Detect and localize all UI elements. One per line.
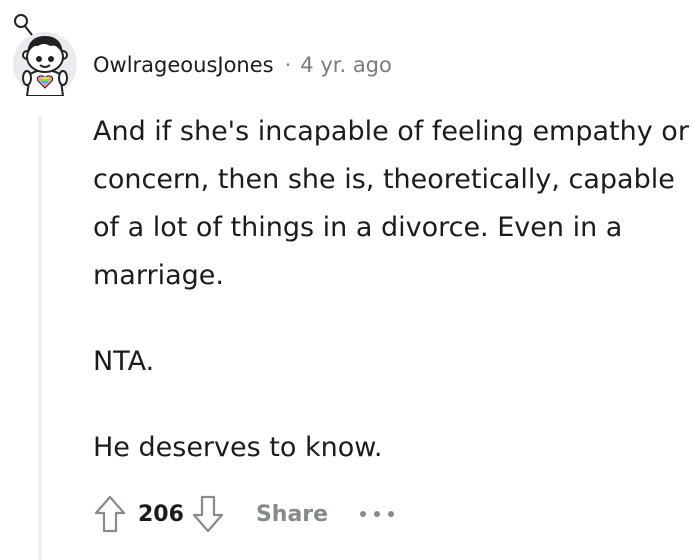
comment-paragraph: And if she's incapable of feeling empath… [93,116,689,291]
comment-paragraph: NTA. [93,346,155,377]
upvote-button[interactable] [88,490,132,538]
upvote-arrow-icon [94,495,126,533]
downvote-button[interactable] [186,490,230,538]
comment-timestamp[interactable]: 4 yr. ago [300,53,392,77]
downvote-arrow-icon [192,495,224,533]
meta-separator: · [284,53,292,77]
vote-score: 206 [138,501,184,527]
thread-line[interactable] [38,116,42,560]
user-avatar[interactable] [10,12,80,97]
comment-body: And if she's incapable of feeling empath… [93,108,693,472]
username-link[interactable]: OwlrageousJones [93,53,274,77]
comment-paragraph: He deserves to know. [93,432,383,463]
more-options-icon [360,511,395,517]
share-button[interactable]: Share [256,502,328,527]
more-options-button[interactable] [358,499,398,529]
comment-header: OwlrageousJones · 4 yr. ago [93,50,392,80]
snoo-avatar-icon [13,14,77,97]
comment-actions: 206 Share [88,490,398,538]
